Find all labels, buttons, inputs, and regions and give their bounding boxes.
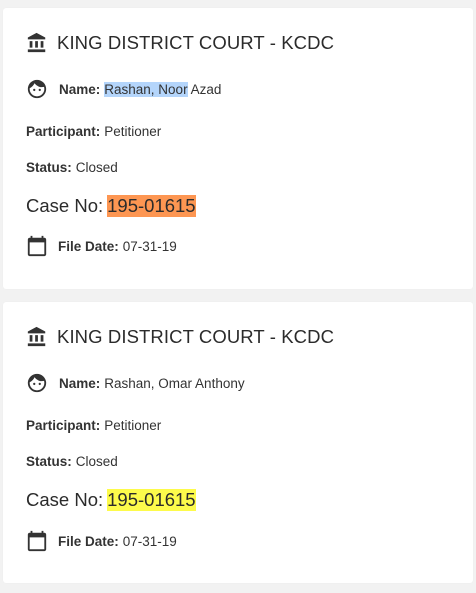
file-date-label: File Date: [58,238,119,254]
participant-label: Participant: [26,418,101,433]
case-number-value[interactable]: 195-01615 [107,195,196,217]
name-label: Name: [59,81,101,97]
status-row: Status: Closed [26,454,118,469]
court-heading: KING DISTRICT COURT - KCDC [26,326,334,348]
court-heading: KING DISTRICT COURT - KCDC [26,32,334,54]
case-number-value[interactable]: 195-01615 [107,489,196,511]
court-name: KING DISTRICT COURT - KCDC [57,326,335,347]
participant-value: Petitioner [104,124,162,139]
status-label: Status: [26,454,72,469]
file-date-value: 07-31-19 [122,238,177,254]
case-number-row: Case No: 195-01615 [26,195,196,217]
name-value-selected[interactable]: Rashan, Noor [104,81,188,97]
face-icon [26,372,48,394]
participant-value: Petitioner [104,418,162,433]
face-icon [26,78,48,100]
participant-row: Participant: Petitioner [26,124,161,139]
participant-label: Participant: [26,124,101,139]
name-row: Name: Rashan, Noor Azad [26,78,221,100]
name-row: Name: Rashan, Omar Anthony [26,372,245,394]
status-value: Closed [75,160,118,175]
case-number-row: Case No: 195-01615 [26,489,196,511]
file-date-row: File Date: 07-31-19 [26,235,177,257]
status-row: Status: Closed [26,160,118,175]
court-name: KING DISTRICT COURT - KCDC [57,32,335,53]
case-number-label: Case No: [26,195,104,216]
participant-row: Participant: Petitioner [26,418,161,433]
calendar-icon [26,235,48,257]
status-label: Status: [26,160,72,175]
case-number-label: Case No: [26,489,104,510]
file-date-label: File Date: [58,533,119,549]
case-card-2: KING DISTRICT COURT - KCDC Name: Rashan,… [3,302,473,583]
name-value-rest[interactable]: Azad [188,82,222,97]
case-card-1: KING DISTRICT COURT - KCDC Name: Rashan,… [3,8,473,289]
courthouse-icon [26,326,48,348]
calendar-icon [26,530,48,552]
status-value: Closed [75,454,118,469]
name-label: Name: [59,375,101,391]
file-date-value: 07-31-19 [122,533,177,549]
name-value[interactable]: Rashan, Omar Anthony [104,376,244,391]
courthouse-icon [26,32,48,54]
file-date-row: File Date: 07-31-19 [26,530,177,552]
